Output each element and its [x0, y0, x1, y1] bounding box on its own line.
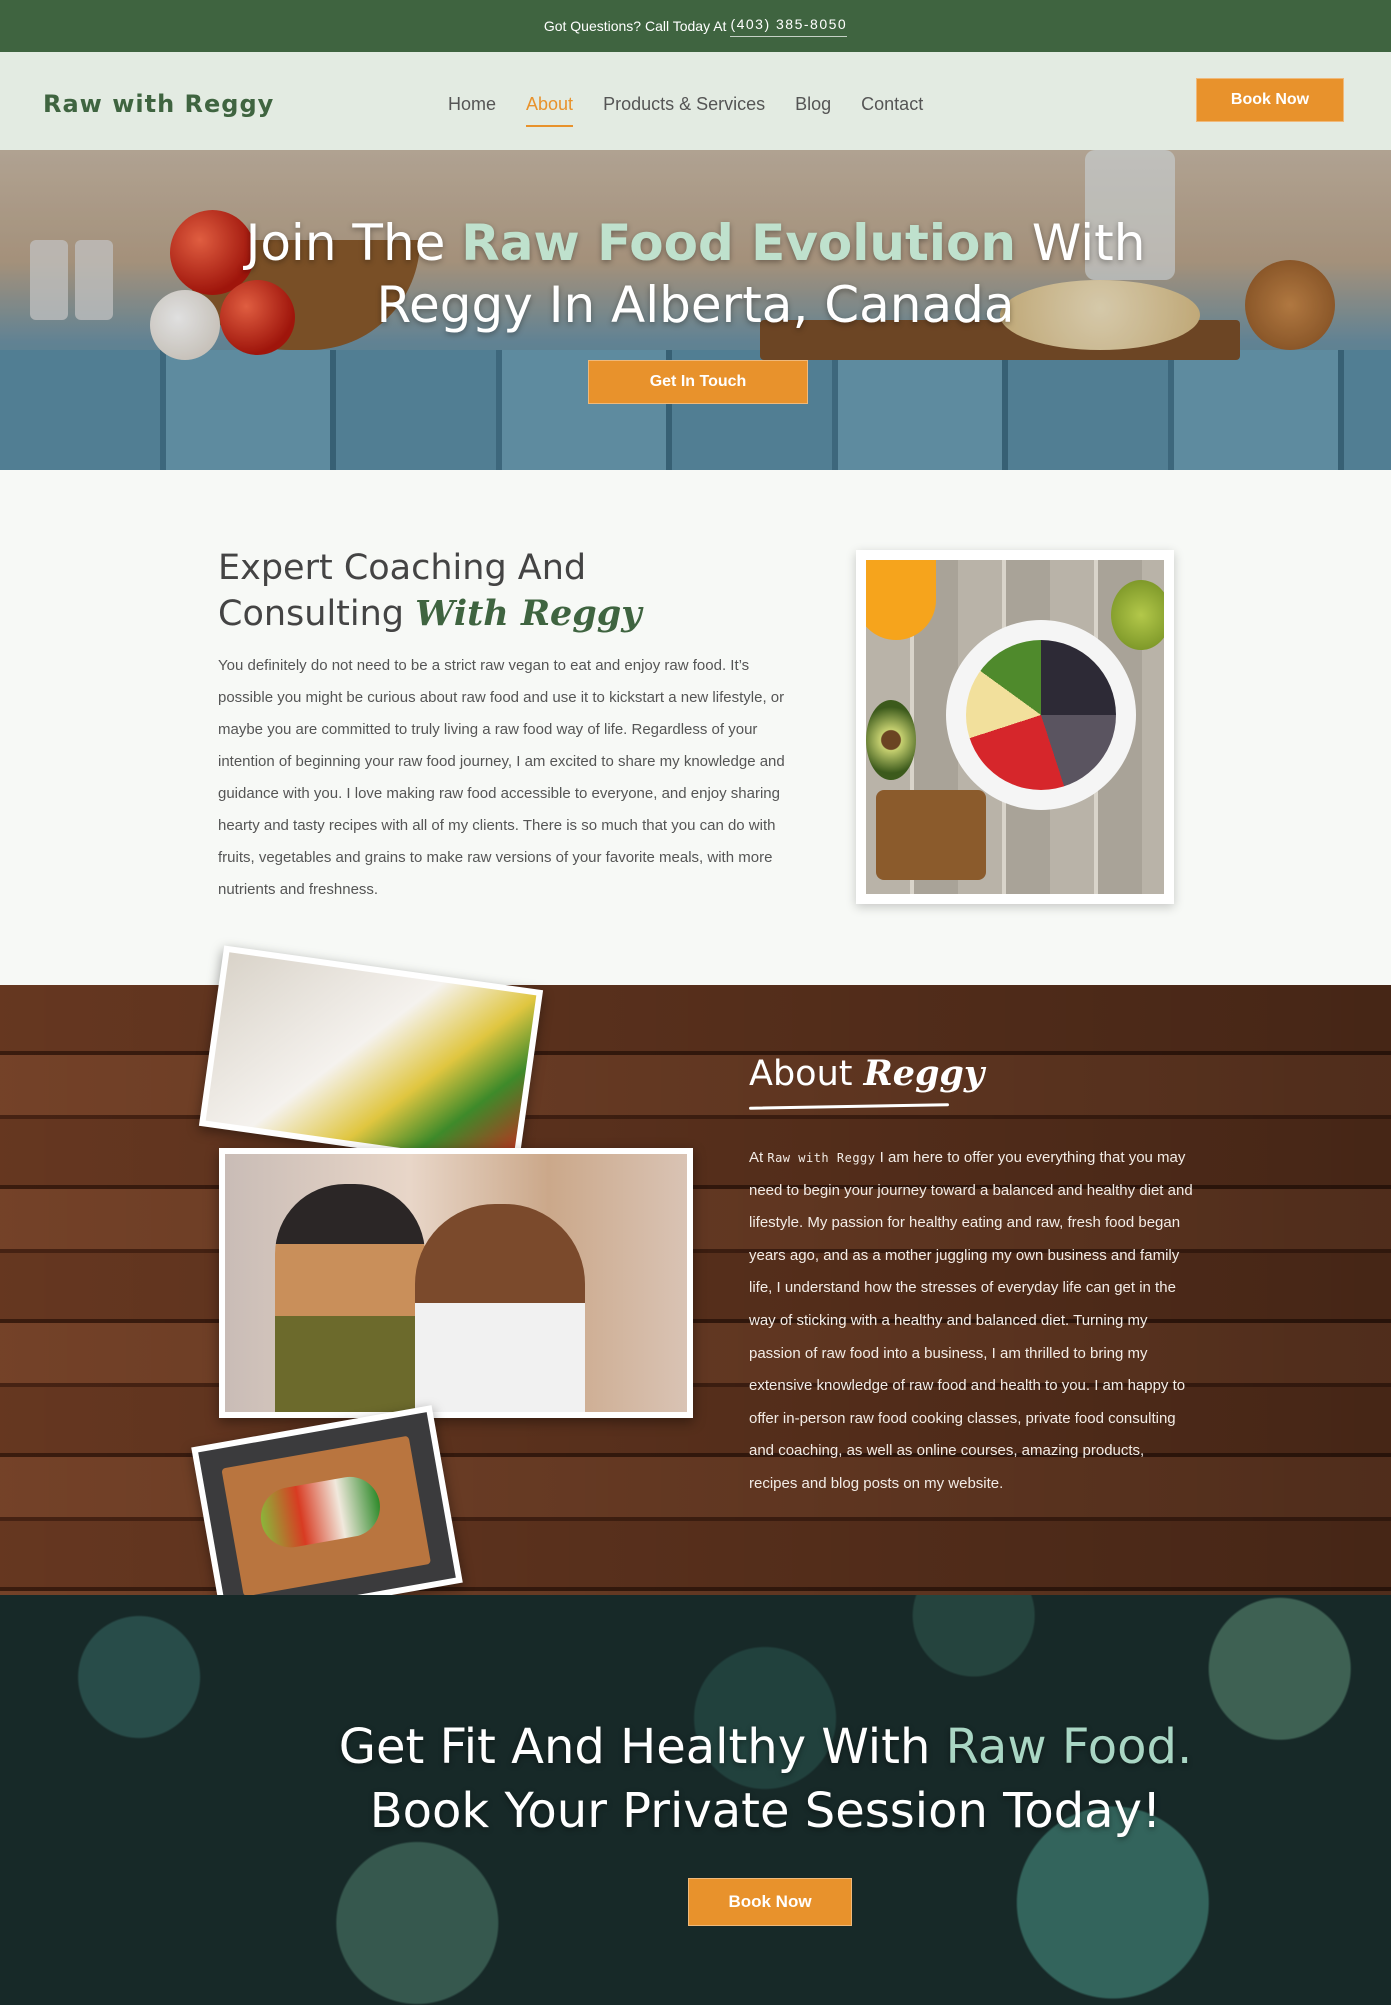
about-heading-text: About	[749, 1054, 864, 1094]
get-in-touch-button[interactable]: Get In Touch	[588, 360, 808, 404]
fruit-bowl-image	[966, 640, 1116, 790]
expert-body-text: You definitely do not need to be a stric…	[218, 657, 785, 898]
main-nav: Home About Products & Services Blog Cont…	[448, 94, 923, 127]
nav-home[interactable]: Home	[448, 94, 496, 127]
book-session-section: Get Fit And Healthy With Raw Food. Book …	[0, 1595, 1391, 2005]
expert-heading-line1: Expert Coaching And	[218, 548, 587, 588]
about-heading: About Reggy	[749, 1053, 984, 1094]
about-heading-script: Reggy	[863, 1053, 985, 1094]
cta-heading: Get Fit And Healthy With Raw Food. Book …	[0, 1715, 1391, 1843]
expert-heading-script: With Reggy	[415, 593, 642, 634]
toast-image	[876, 790, 986, 880]
two-women-photo	[219, 1148, 693, 1418]
hero-title-part2: With	[1015, 214, 1146, 272]
nav-about[interactable]: About	[526, 94, 574, 127]
cta-book-now-button[interactable]: Book Now	[688, 1878, 852, 1926]
orange-juice-image	[866, 560, 936, 640]
nav-contact[interactable]: Contact	[861, 94, 923, 127]
grapes-image	[1111, 580, 1164, 650]
header-book-now-button[interactable]: Book Now	[1196, 78, 1344, 122]
about-section: About Reggy At Raw with Reggy I am here …	[0, 945, 1391, 1625]
hero-banner: Join The Raw Food Evolution With Reggy I…	[0, 150, 1391, 470]
hero-title-line2: Reggy In Alberta, Canada	[376, 276, 1015, 334]
cta-line1-accent: Raw Food.	[945, 1719, 1193, 1775]
nav-blog[interactable]: Blog	[795, 94, 831, 127]
expert-coaching-section: Expert Coaching And Consulting With Regg…	[0, 470, 1391, 985]
hero-title: Join The Raw Food Evolution With Reggy I…	[0, 212, 1391, 336]
hero-title-part1: Join The	[245, 214, 462, 272]
nav-products-services[interactable]: Products & Services	[603, 94, 765, 127]
hero-title-accent: Raw Food Evolution	[461, 214, 1016, 272]
phone-link[interactable]: (403) 385-8050	[730, 16, 848, 37]
site-logo[interactable]: Raw with Reggy	[43, 90, 274, 118]
about-body-text: At Raw with Reggy I am here to offer you…	[749, 1149, 1193, 1492]
avocado-image	[866, 700, 916, 780]
cta-line1: Get Fit And Healthy With	[338, 1719, 946, 1775]
breakfast-bowl-photo	[856, 550, 1174, 904]
cta-line2: Book Your Private Session Today!	[369, 1783, 1162, 1839]
brand-name: Raw with Reggy	[767, 1151, 876, 1165]
top-contact-bar: Got Questions? Call Today At (403) 385-8…	[0, 0, 1391, 52]
site-header: Raw with Reggy Home About Products & Ser…	[0, 52, 1391, 150]
expert-heading: Expert Coaching And Consulting With Regg…	[218, 546, 642, 637]
expert-heading-line2: Consulting	[218, 594, 416, 634]
contact-prompt: Got Questions? Call Today At	[543, 18, 727, 34]
